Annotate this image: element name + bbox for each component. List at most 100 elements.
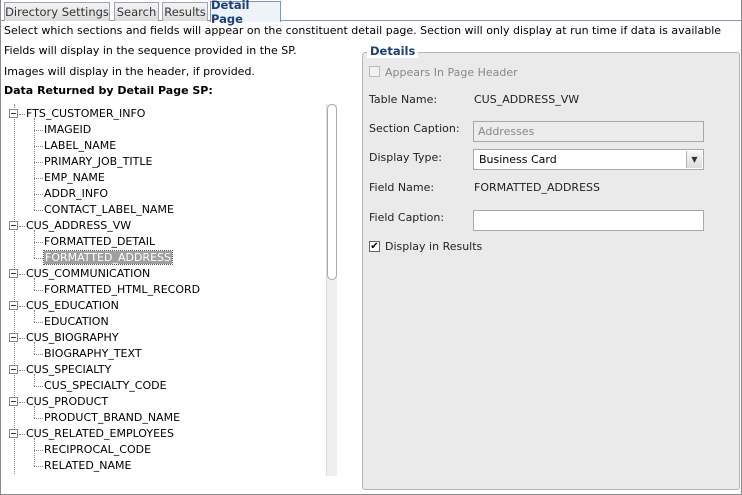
details-legend: Details [367, 44, 419, 58]
tree-group-node[interactable]: CUS_COMMUNICATION [26, 266, 150, 282]
tree-connector [34, 354, 43, 355]
tree-connector [34, 130, 43, 131]
tree-connector [19, 114, 25, 115]
tree-field-node[interactable]: IMAGEID [44, 122, 91, 138]
tree-field-node[interactable]: ADDR_INFO [44, 186, 108, 202]
tree-connector [34, 118, 35, 210]
tree-field-node[interactable]: PRODUCT_BRAND_NAME [44, 410, 180, 426]
tree-field-node[interactable]: FORMATTED_DETAIL [44, 234, 155, 250]
tree-group-node[interactable]: CUS_EDUCATION [26, 298, 119, 314]
tree-field-label: BIOGRAPHY_TEXT [44, 347, 142, 360]
tree-connector [14, 104, 15, 474]
display-in-results-checkbox[interactable]: ✔ [369, 241, 380, 252]
tree-group-node[interactable]: CUS_RELATED_EMPLOYEES [26, 426, 174, 442]
checkmark-icon: ✔ [370, 241, 379, 252]
tree-field-label: FORMATTED_DETAIL [44, 235, 156, 248]
tree-collapse-toggle[interactable] [9, 301, 18, 310]
tree-collapse-toggle[interactable] [9, 333, 18, 342]
details-panel [362, 52, 740, 490]
tree-connector [34, 258, 43, 259]
tree-connector [34, 386, 43, 387]
tree-collapse-toggle[interactable] [9, 109, 18, 118]
tree-connector [34, 194, 43, 195]
tree-field-label: LABEL_NAME [44, 139, 117, 152]
tree-collapse-toggle[interactable] [9, 221, 18, 230]
field-caption-label: Field Caption: [369, 211, 445, 224]
tree-field-node[interactable]: CONTACT_LABEL_NAME [44, 202, 174, 218]
instructions-text: Select which sections and fields will ap… [4, 24, 722, 37]
tree-connector [34, 162, 43, 163]
tree-field-node[interactable]: BIOGRAPHY_TEXT [44, 346, 142, 362]
tab-results[interactable]: Results [162, 2, 208, 21]
tree-field-node[interactable]: CUS_SPECIALTY_CODE [44, 378, 167, 394]
tree-connector [19, 226, 25, 227]
tree-group-node[interactable]: CUS_BIOGRAPHY [26, 330, 119, 346]
tree-connector [34, 418, 43, 419]
tree-connector [19, 338, 25, 339]
display-type-select[interactable]: Business Card ▼ [473, 149, 704, 170]
tab-detail-page[interactable]: Detail Page [210, 0, 281, 26]
tree-group-node[interactable]: CUS_SPECIALTY [26, 362, 111, 378]
tree-heading: Data Returned by Detail Page SP: [4, 84, 213, 97]
appears-in-header-checkbox[interactable] [369, 66, 380, 77]
tab-search[interactable]: Search [114, 2, 159, 21]
field-name-label: Field Name: [369, 181, 435, 194]
tree-field-node[interactable]: RECIPROCAL_CODE [44, 442, 151, 458]
tree-group-node[interactable]: CUS_PRODUCT [26, 394, 108, 410]
tree-connector [34, 178, 43, 179]
tree-field-label: FORMATTED_HTML_RECORD [44, 283, 201, 296]
tree-field-node[interactable]: FORMATTED_HTML_RECORD [44, 282, 200, 298]
tree-field-node[interactable]: EDUCATION [44, 314, 109, 330]
tree-field-label: PRIMARY_JOB_TITLE [44, 155, 153, 168]
table-name-label: Table Name: [369, 93, 438, 106]
tree-connector [19, 402, 25, 403]
tree-field-node[interactable]: EMP_NAME [44, 170, 105, 186]
tree-group-node[interactable]: CUS_ADDRESS_VW [26, 218, 131, 234]
tree-field-node[interactable]: RELATED_NAME [44, 458, 131, 474]
tree-field-label: CONTACT_LABEL_NAME [44, 203, 174, 216]
tree-field-node[interactable]: LABEL_NAME [44, 138, 116, 154]
tree-field-label: RELATED_NAME [44, 459, 132, 472]
tree-field-label-selected: FORMATTED_ADDRESS [43, 250, 173, 265]
tree-connector [19, 306, 25, 307]
tree-connector [19, 274, 25, 275]
tab-directory-settings[interactable]: Directory Settings [4, 2, 110, 21]
field-caption-input[interactable] [473, 210, 704, 231]
tab-bar: Directory Settings Search Results Detail… [0, 0, 742, 26]
table-name-value: CUS_ADDRESS_VW [474, 93, 580, 106]
sequence-note: Fields will display in the sequence prov… [4, 44, 297, 57]
tree-connector [34, 210, 43, 211]
tree-connector [34, 290, 43, 291]
field-name-value: FORMATTED_ADDRESS [474, 181, 600, 194]
tree-field-label: ADDR_INFO [44, 187, 109, 200]
display-type-value: Business Card [479, 153, 557, 166]
tree-field-label: EMP_NAME [44, 171, 105, 184]
tree-field-node[interactable]: FORMATTED_ADDRESS [43, 250, 173, 266]
sp-data-tree[interactable]: FTS_CUSTOMER_INFO IMAGEID LABEL_NAME PRIMAR… [4, 104, 340, 474]
appears-in-header-label: Appears In Page Header [385, 66, 518, 79]
tree-scrollbar-thumb[interactable] [327, 104, 337, 280]
tree-field-label: RECIPROCAL_CODE [44, 443, 152, 456]
tree-field-label: EDUCATION [44, 315, 109, 328]
section-caption-input[interactable]: Addresses [473, 121, 704, 142]
tree-field-label: IMAGEID [44, 123, 92, 136]
tree-field-node[interactable]: PRIMARY_JOB_TITLE [44, 154, 152, 170]
tree-collapse-toggle[interactable] [9, 429, 18, 438]
tree-connector [34, 466, 43, 467]
tree-connector [19, 434, 25, 435]
tree-connector [34, 438, 35, 466]
tree-group-node[interactable]: FTS_CUSTOMER_INFO [26, 106, 145, 122]
tree-connector [34, 342, 35, 354]
tree-connector [34, 278, 35, 290]
tree-field-label: CUS_SPECIALTY_CODE [44, 379, 167, 392]
chevron-down-icon[interactable]: ▼ [686, 151, 702, 168]
tree-collapse-toggle[interactable] [9, 365, 18, 374]
tree-connector [34, 242, 43, 243]
tree-collapse-toggle[interactable] [9, 397, 18, 406]
tree-collapse-toggle[interactable] [9, 269, 18, 278]
tree-connector [19, 370, 25, 371]
tree-connector [34, 146, 43, 147]
tree-connector [34, 310, 35, 322]
tree-field-label: PRODUCT_BRAND_NAME [44, 411, 181, 424]
tree-connector [34, 374, 35, 386]
